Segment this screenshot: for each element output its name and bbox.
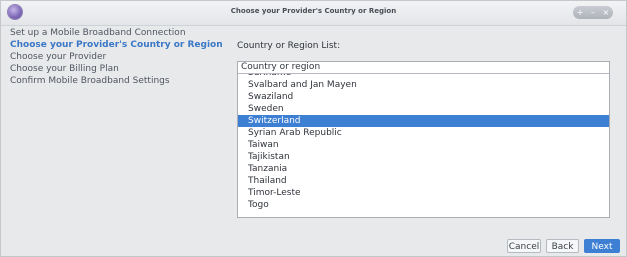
- steps-sidebar: Set up a Mobile Broadband Connection Cho…: [10, 27, 225, 87]
- country-item[interactable]: Tajikistan: [238, 151, 609, 163]
- country-item[interactable]: Timor-Leste: [238, 187, 609, 199]
- cancel-button[interactable]: Cancel: [507, 239, 541, 253]
- country-item[interactable]: Taiwan: [238, 139, 609, 151]
- country-items: Suriname Svalbard and Jan Mayen Swazilan…: [238, 67, 609, 211]
- assistant-window: Choose your Provider's Country or Region…: [0, 0, 627, 257]
- title-bar[interactable]: Choose your Provider's Country or Region…: [1, 1, 626, 26]
- country-item[interactable]: Svalbard and Jan Mayen: [238, 79, 609, 91]
- minimize-icon[interactable]: –: [591, 6, 595, 19]
- country-item[interactable]: Swaziland: [238, 91, 609, 103]
- sidebar-step-confirm: Confirm Mobile Broadband Settings: [10, 76, 170, 86]
- sidebar-step-setup: Set up a Mobile Broadband Connection: [10, 28, 186, 38]
- country-item[interactable]: Togo: [238, 199, 609, 211]
- country-item[interactable]: Tanzania: [238, 163, 609, 175]
- country-item[interactable]: Thailand: [238, 175, 609, 187]
- country-item-selected[interactable]: Switzerland: [238, 115, 609, 127]
- country-list[interactable]: Country or region Suriname Svalbard and …: [237, 61, 610, 218]
- next-button[interactable]: Next: [584, 239, 620, 253]
- list-label: Country or Region List:: [237, 41, 341, 51]
- close-icon[interactable]: ×: [603, 6, 610, 19]
- sidebar-step-billing: Choose your Billing Plan: [10, 64, 119, 74]
- country-item[interactable]: Sweden: [238, 103, 609, 115]
- back-button[interactable]: Back: [546, 239, 579, 253]
- sidebar-step-country: Choose your Provider's Country or Region: [10, 40, 223, 50]
- window-controls: + – ×: [573, 6, 613, 19]
- maximize-icon[interactable]: +: [577, 6, 584, 19]
- country-filter-header[interactable]: Country or region: [238, 62, 609, 74]
- sidebar-step-provider: Choose your Provider: [10, 52, 107, 62]
- country-item[interactable]: Syrian Arab Republic: [238, 127, 609, 139]
- window-title: Choose your Provider's Country or Region: [230, 7, 397, 15]
